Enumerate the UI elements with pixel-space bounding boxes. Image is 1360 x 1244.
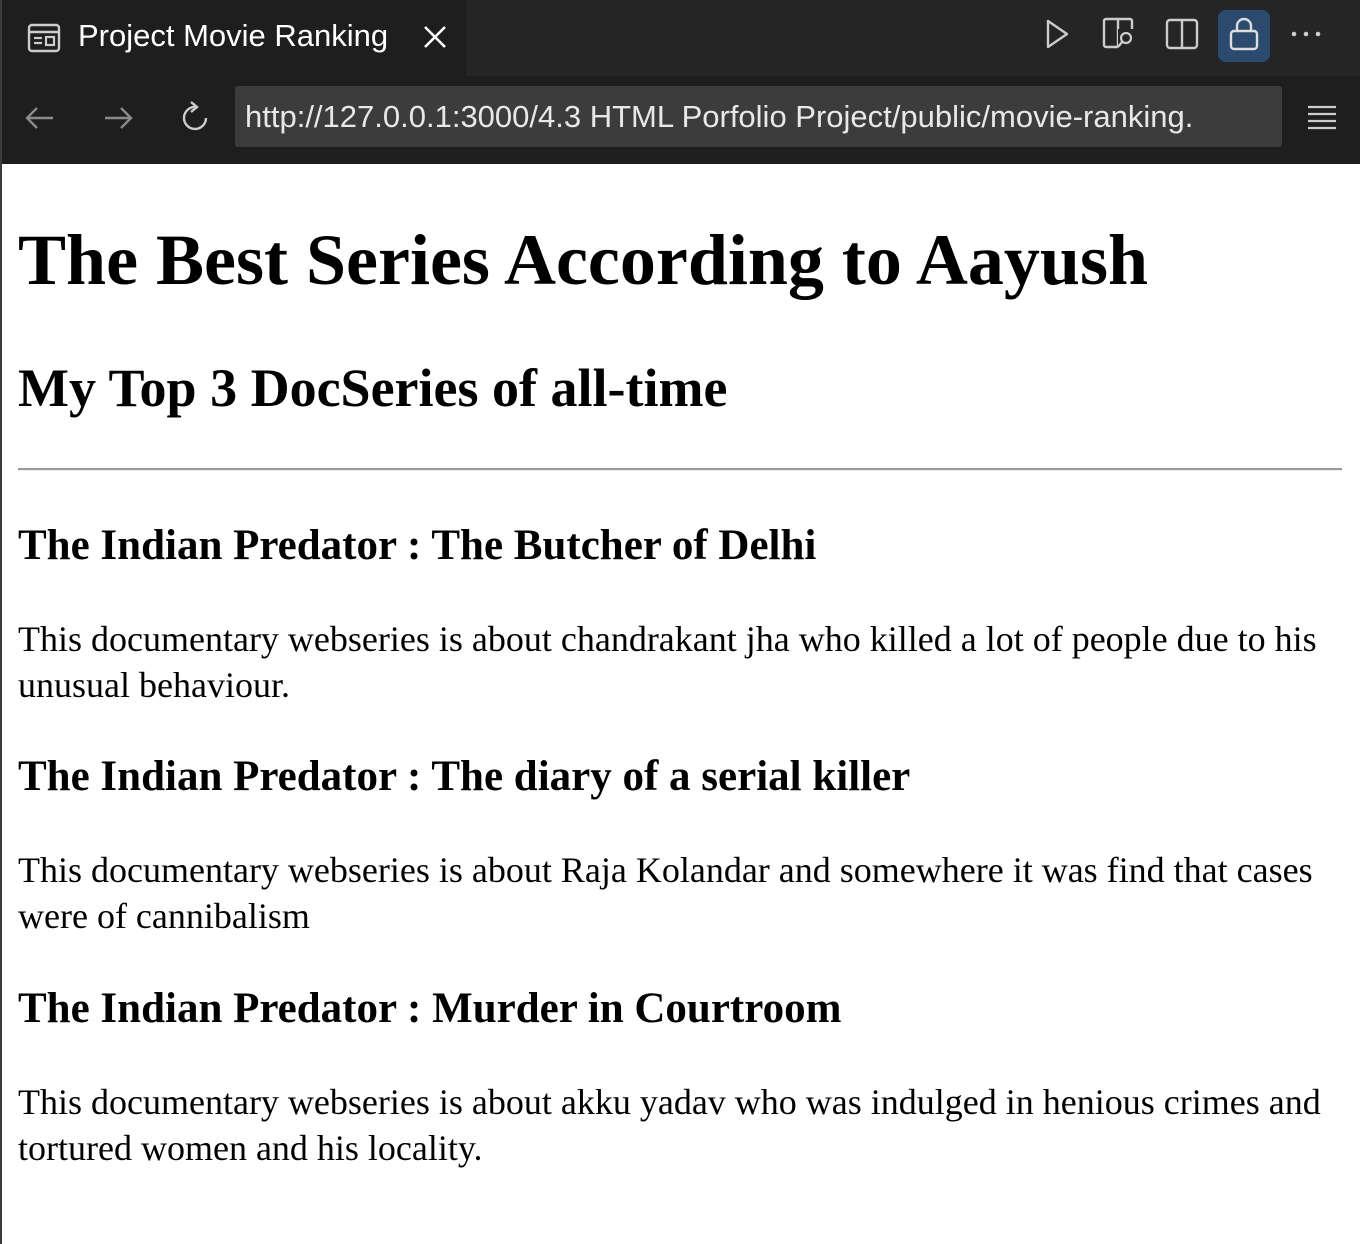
series-description: This documentary webseries is about akku… [18,1082,1321,1168]
divider [18,468,1342,471]
series-description: This documentary webseries is about Raja… [18,850,1313,936]
preview-icon [26,20,62,56]
split-editor-button[interactable] [1156,10,1208,62]
browser-window: Project Movie Ranking http://127.0.0.1:3… [0,0,1360,1244]
run-icon [1039,17,1073,56]
reload-icon [178,100,214,141]
back-button[interactable] [16,96,64,144]
series-description: This documentary webseries is about chan… [18,619,1317,705]
run-button[interactable] [1030,10,1082,62]
arrow-right-icon [101,101,135,140]
more-actions-button[interactable] [1280,10,1332,62]
menu-button[interactable] [1298,96,1346,144]
more-actions-icon [1288,16,1324,57]
lock-icon [1226,16,1262,57]
split-editor-icon [1164,16,1200,57]
page-title: The Best Series According to Aayush [18,220,1149,300]
address-bar[interactable]: http://127.0.0.1:3000/4.3 HTML Porfolio … [235,86,1282,147]
tab-project-movie-ranking[interactable]: Project Movie Ranking [2,0,466,76]
url-text: http://127.0.0.1:3000/4.3 HTML Porfolio … [245,99,1194,134]
open-preview-icon [1101,15,1139,58]
series-title: The Indian Predator : The Butcher of Del… [18,522,817,569]
arrow-left-icon [23,101,57,140]
page-subtitle: My Top 3 DocSeries of all-time [18,358,728,418]
tab-title: Project Movie Ranking [78,18,389,53]
close-icon[interactable] [418,20,452,54]
reload-button[interactable] [172,96,220,144]
open-preview-button[interactable] [1094,10,1146,62]
series-title: The Indian Predator : The diary of a ser… [18,753,911,800]
series-title: The Indian Predator : Murder in Courtroo… [18,985,842,1032]
tab-bar: Project Movie Ranking [2,0,1360,76]
forward-button[interactable] [94,96,142,144]
navigation-bar: http://127.0.0.1:3000/4.3 HTML Porfolio … [2,76,1360,164]
menu-icon [1305,101,1339,140]
lock-button[interactable] [1218,10,1270,62]
